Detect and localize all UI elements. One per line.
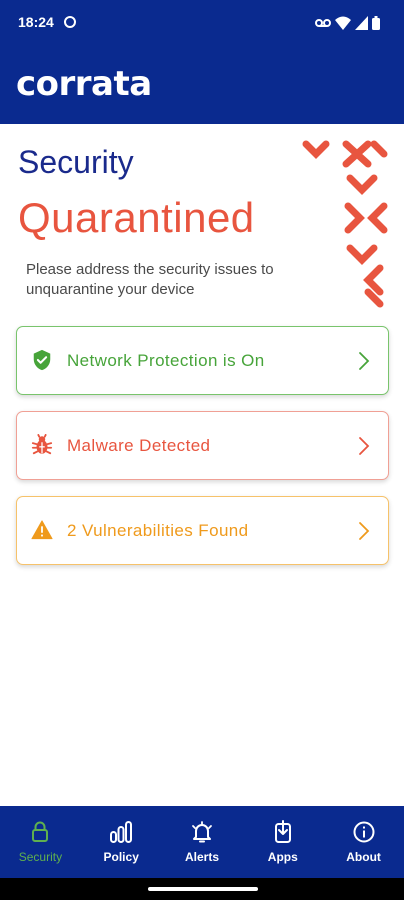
- warning-icon: [31, 520, 53, 540]
- security-status: Quarantined: [18, 194, 255, 241]
- chevron-right-icon: [359, 352, 370, 370]
- network-protection-label: Network Protection is On: [67, 351, 265, 370]
- nav-label-policy: Policy: [103, 850, 139, 864]
- malware-card[interactable]: Malware Detected: [16, 411, 389, 480]
- status-description: Please address the security issues to un…: [26, 261, 274, 298]
- app-download-icon: [274, 820, 291, 843]
- network-protection-card[interactable]: Network Protection is On: [16, 326, 389, 395]
- nav-label-security: Security: [18, 850, 63, 864]
- bell-icon: [192, 821, 212, 843]
- bug-icon: [31, 434, 53, 455]
- vulnerabilities-card[interactable]: 2 Vulnerabilities Found: [16, 496, 389, 565]
- corrata-pattern-decoration: [302, 140, 388, 308]
- lock-icon: [32, 821, 49, 842]
- nav-label-alerts: Alerts: [184, 850, 219, 864]
- malware-label: Malware Detected: [67, 436, 211, 455]
- nav-security[interactable]: Security: [0, 806, 81, 878]
- system-gesture-area: [0, 878, 404, 900]
- shield-check-icon: [33, 349, 51, 371]
- nav-apps[interactable]: Apps: [242, 806, 323, 878]
- signal-icon: [355, 16, 368, 30]
- nav-label-about: About: [346, 850, 381, 864]
- corrata-logo: corrata: [16, 64, 152, 104]
- settings-dot-icon: [64, 16, 76, 28]
- page-title: Security: [18, 144, 134, 180]
- battery-icon: [372, 16, 380, 30]
- chevron-right-icon: [359, 522, 370, 540]
- nav-alerts[interactable]: Alerts: [162, 806, 243, 878]
- vulnerabilities-label: 2 Vulnerabilities Found: [67, 521, 249, 540]
- home-gesture-handle[interactable]: [148, 887, 258, 891]
- status-icons: [315, 14, 380, 32]
- status-bar: 18:24: [0, 0, 404, 46]
- info-icon: [353, 821, 375, 843]
- app-header: corrata: [0, 46, 404, 124]
- nav-policy[interactable]: Policy: [81, 806, 162, 878]
- chevron-right-icon: [359, 437, 370, 455]
- nav-label-apps: Apps: [267, 850, 298, 864]
- brand-wordmark: corrata: [16, 64, 152, 104]
- bottom-navigation: Security Policy Alerts Apps About: [0, 806, 404, 878]
- bar-chart-icon: [110, 821, 133, 843]
- nav-about[interactable]: About: [323, 806, 404, 878]
- status-time: 18:24: [18, 14, 54, 30]
- wifi-icon: [335, 16, 351, 30]
- voicemail-icon: [315, 19, 331, 27]
- security-screen: Security Quarantined Please address the …: [0, 124, 404, 806]
